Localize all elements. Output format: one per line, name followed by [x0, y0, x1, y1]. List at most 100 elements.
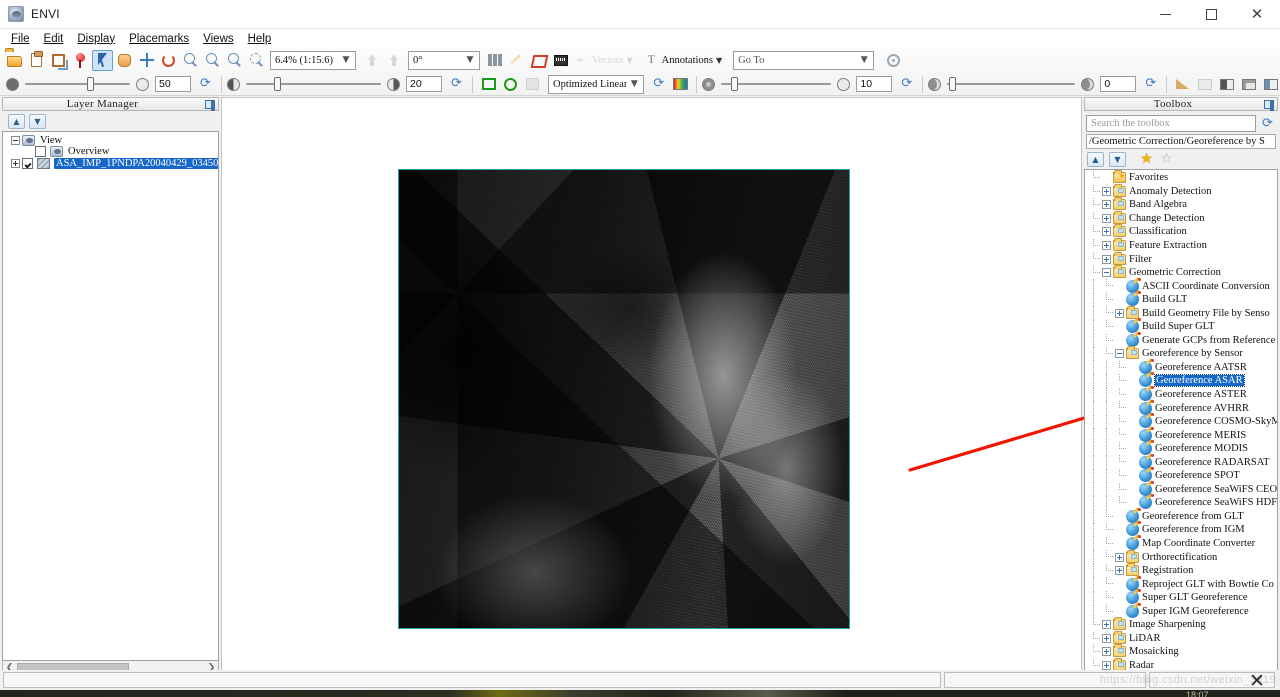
stretch-combo[interactable]: Optimized Linear ▼	[548, 74, 645, 94]
image-view-canvas[interactable]	[221, 97, 1082, 675]
toolbox-tree-item[interactable]: Georeference ASTER	[1085, 386, 1277, 402]
spectral-profile-button[interactable]	[506, 50, 527, 71]
brightness-slider[interactable]	[246, 77, 381, 91]
toolbox-pin-button[interactable]	[1261, 99, 1277, 111]
overview-checkbox[interactable]	[35, 146, 46, 157]
transparency-slider-thumb[interactable]	[87, 77, 94, 91]
favorite-add-button[interactable]: ★	[1139, 152, 1154, 167]
toolbox-tree-item[interactable]: Georeference ASAR	[1085, 372, 1277, 388]
toolbox-tree-item[interactable]: Feature Extraction	[1085, 238, 1277, 253]
minimize-button[interactable]	[1142, 0, 1188, 29]
toolbox-tree-item[interactable]: Georeference SPOT	[1085, 467, 1277, 483]
expander-view[interactable]	[9, 134, 22, 146]
tree-expander[interactable]	[1100, 213, 1113, 223]
vectors-menu-button[interactable]: ⌁ Vectors ▼	[572, 50, 637, 71]
zoom-level-combo[interactable]: 6.4% (1:15.6) ▼	[270, 50, 356, 70]
toolbox-tree-item[interactable]: Anomaly Detection	[1085, 183, 1277, 199]
maximize-button[interactable]	[1188, 0, 1234, 29]
portal-button[interactable]	[478, 74, 499, 95]
expander-raster[interactable]	[9, 158, 22, 170]
portal-link-button[interactable]	[500, 74, 521, 95]
toolbox-tree-item[interactable]: Change Detection	[1085, 210, 1277, 226]
layer-manager-pin-button[interactable]	[202, 99, 218, 111]
toolbox-tree-item[interactable]: LiDAR	[1085, 630, 1277, 646]
sar-image-display[interactable]	[398, 169, 850, 629]
menu-help[interactable]: Help	[241, 31, 279, 47]
tree-expander[interactable]	[1100, 200, 1113, 210]
toolbox-tree-item[interactable]: Favorites	[1085, 170, 1277, 185]
toolbox-tree-item[interactable]: ASCII Coordinate Conversion	[1085, 277, 1277, 293]
toolbox-tree-item[interactable]: Band Algebra	[1085, 197, 1277, 212]
toolbox-move-down-button[interactable]: ▼	[1109, 152, 1126, 167]
menu-edit[interactable]: Edit	[37, 31, 71, 47]
toolbox-tree-item[interactable]: Build GLT	[1085, 291, 1277, 307]
contrast-reset-button[interactable]: ⟳	[896, 74, 917, 95]
tree-expander[interactable]	[1113, 552, 1126, 562]
previous-view-button[interactable]	[361, 50, 382, 71]
view-split-button[interactable]	[1260, 74, 1280, 95]
toolbox-tree-item[interactable]: Georeference SeaWiFS HDF	[1085, 494, 1277, 510]
zoom-out-button[interactable]	[224, 50, 245, 71]
tree-expander[interactable]	[1100, 254, 1113, 264]
tree-expander[interactable]	[1113, 566, 1126, 576]
tree-expander[interactable]	[1100, 227, 1113, 237]
color-table-button[interactable]	[670, 74, 691, 95]
zoom-to-fit-button[interactable]	[180, 50, 201, 71]
sharpen-slider-thumb[interactable]	[949, 77, 957, 91]
stretch-reset-button[interactable]: ⟳	[648, 74, 669, 95]
close-button[interactable]: ✕	[1234, 0, 1280, 29]
toolbox-tree-item[interactable]: Georeference MODIS	[1085, 440, 1277, 456]
toolbox-tree-item[interactable]: Georeference COSMO-SkyMed	[1085, 413, 1277, 429]
tree-expander[interactable]	[1113, 308, 1126, 318]
goto-combo[interactable]: Go To ▼	[733, 50, 875, 70]
toolbox-tree-item[interactable]: Image Sharpening	[1085, 617, 1277, 632]
color-slice-button[interactable]	[550, 50, 571, 71]
sharpen-reset-button[interactable]: ⟳	[1140, 74, 1161, 95]
raster-layer-checkbox[interactable]	[22, 158, 33, 169]
pin-button[interactable]	[70, 50, 91, 71]
transparency-reset-button[interactable]: ⟳	[195, 74, 216, 95]
layer-tree[interactable]: View Overview ASA_IMP_1PNDPA20040429_034…	[2, 131, 219, 661]
contrast-value-input[interactable]: 10	[856, 76, 893, 92]
rotation-combo[interactable]: 0° ▼	[408, 50, 480, 70]
layer-tree-row-overview[interactable]: Overview	[3, 144, 218, 157]
toolbox-tree-item[interactable]: Super IGM Georeference	[1085, 602, 1277, 619]
annotations-menu-button[interactable]: Annotations ▼	[642, 50, 727, 71]
contrast-slider[interactable]	[721, 77, 832, 91]
toolbox-tree-item[interactable]: Registration	[1085, 563, 1277, 578]
toolbox-tree-item[interactable]: Georeference AATSR	[1085, 358, 1277, 375]
toolbox-tree-item[interactable]: Georeference by Sensor	[1085, 346, 1277, 361]
toolbox-tree-item[interactable]: Classification	[1085, 224, 1277, 239]
crosshair-button[interactable]	[136, 50, 157, 71]
brightness-value-input[interactable]: 20	[406, 76, 442, 92]
tree-expander[interactable]	[1100, 268, 1113, 278]
toolbox-tree-item[interactable]: Filter	[1085, 251, 1277, 266]
toolbox-tree-item[interactable]: Build Geometry File by Senso	[1085, 305, 1277, 320]
contrast-slider-thumb[interactable]	[731, 77, 739, 91]
chip-button[interactable]	[522, 74, 543, 95]
toolbox-tree-item[interactable]: Reproject GLT with Bowtie Co	[1085, 575, 1277, 591]
tree-expander[interactable]	[1100, 633, 1113, 643]
toolbox-tree-item[interactable]: Mosaicking	[1085, 644, 1277, 659]
tree-expander[interactable]	[1113, 349, 1126, 359]
pan-button[interactable]	[114, 50, 135, 71]
layer-tree-row-raster[interactable]: ASA_IMP_1PNDPA20040429_03450	[3, 156, 218, 170]
scalebar-button[interactable]	[1194, 74, 1215, 95]
toolbox-tree-item[interactable]: Georeference SeaWiFS CEOS	[1085, 480, 1277, 497]
toolbox-search-input[interactable]: Search the toolbox	[1086, 115, 1256, 132]
zoom-in-button[interactable]	[202, 50, 223, 71]
favorite-remove-button[interactable]: ☆	[1159, 152, 1174, 167]
toolbox-tree-item[interactable]: Georeference RADARSAT	[1085, 453, 1277, 469]
toolbox-tree-item[interactable]: Orthorectification	[1085, 549, 1277, 564]
crop-button[interactable]	[48, 50, 69, 71]
toolbox-tree-item[interactable]: Super GLT Georeference	[1085, 589, 1277, 605]
toolbox-tree-item[interactable]: Georeference MERIS	[1085, 426, 1277, 442]
toolbox-tree-item[interactable]: Geometric Correction	[1085, 265, 1277, 280]
view-single-button[interactable]	[1216, 74, 1237, 95]
toolbox-refresh-button[interactable]: ⟳	[1259, 115, 1276, 132]
settings-button[interactable]	[883, 50, 904, 71]
select-cursor-button[interactable]	[92, 49, 113, 71]
layer-tree-row-view[interactable]: View	[3, 132, 218, 146]
menu-placemarks[interactable]: Placemarks	[122, 31, 196, 47]
toolbox-move-up-button[interactable]: ▲	[1087, 152, 1104, 167]
